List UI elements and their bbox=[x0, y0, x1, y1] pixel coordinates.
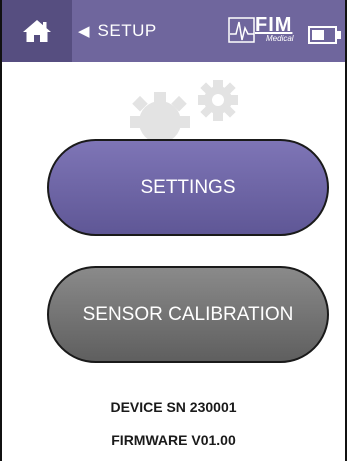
settings-button[interactable]: SETTINGS bbox=[47, 139, 329, 236]
sensor-calibration-label: SENSOR CALIBRATION bbox=[82, 303, 294, 325]
battery-icon bbox=[308, 26, 341, 44]
home-icon bbox=[23, 20, 51, 42]
sensor-calibration-button[interactable]: SENSOR CALIBRATION bbox=[47, 266, 329, 363]
logo-name: FIM bbox=[255, 14, 293, 36]
fim-medical-logo: FIM Medical bbox=[228, 14, 298, 46]
home-button[interactable] bbox=[2, 0, 72, 62]
top-bar: ◀ SETUP FIM Medical bbox=[2, 0, 345, 62]
chevron-left-icon: ◀ bbox=[78, 23, 90, 40]
back-button[interactable]: ◀ SETUP bbox=[78, 0, 157, 62]
gears-icon bbox=[130, 80, 238, 143]
logo-subtitle: Medical bbox=[266, 34, 294, 43]
settings-label: SETTINGS bbox=[140, 176, 236, 198]
back-label: SETUP bbox=[97, 21, 157, 40]
device-serial-number: DEVICE SN 230001 bbox=[110, 399, 237, 415]
firmware-version: FIRMWARE V01.00 bbox=[111, 432, 236, 448]
